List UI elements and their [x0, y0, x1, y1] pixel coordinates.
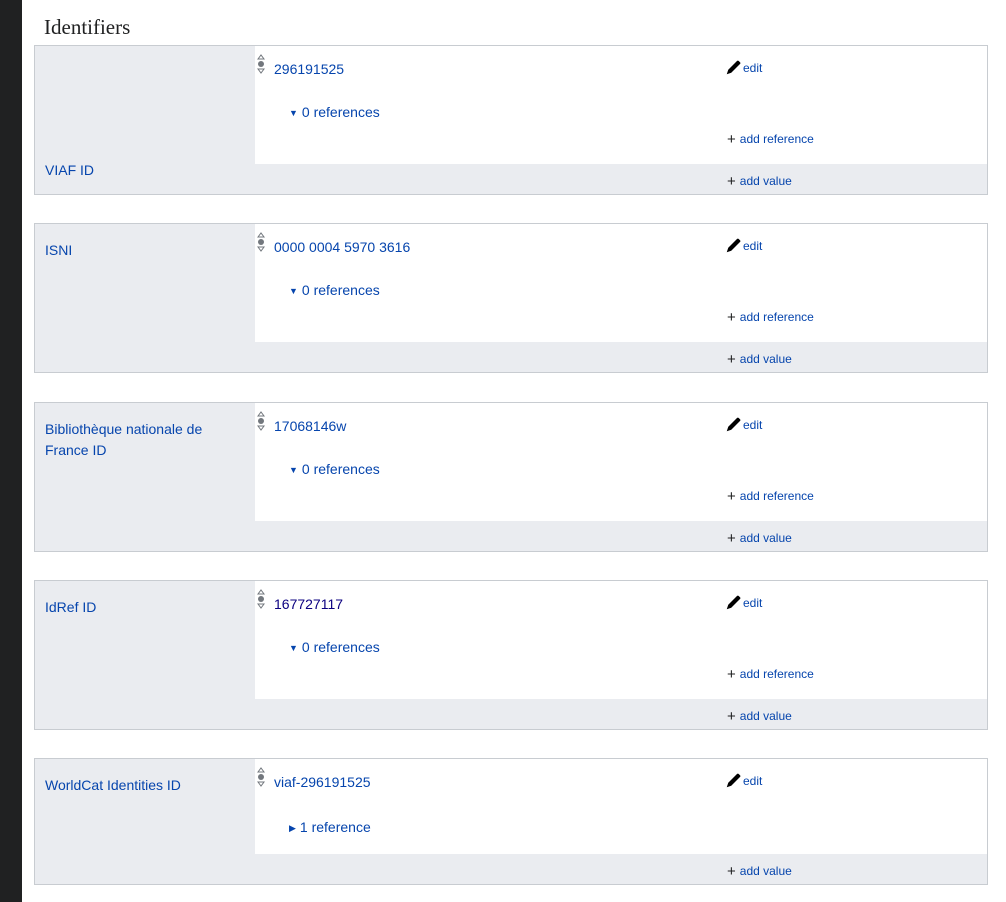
pencil-icon: [726, 595, 741, 610]
caret-down-icon: ▼: [289, 643, 298, 653]
caret-down-icon: ▼: [289, 465, 298, 475]
statement-group-bnf-id: Bibliothèque nationale de France ID 1706…: [34, 402, 988, 552]
add-reference-label: add reference: [739, 667, 814, 681]
plus-icon: +: [727, 488, 736, 505]
references-toggle[interactable]: ▼ 0 references: [289, 639, 380, 655]
page: Identifiers VIAF ID 296191525 ▼ 0 referen…: [22, 0, 1006, 902]
caret-down-icon: ▼: [289, 286, 298, 296]
statement: 17068146w ▼ 0 references edit + add refere…: [255, 403, 987, 521]
add-reference-button[interactable]: + add reference: [727, 665, 814, 683]
edit-label: edit: [743, 595, 763, 610]
add-reference-label: add reference: [739, 132, 814, 146]
property-label[interactable]: ISNI: [45, 240, 235, 261]
edit-button[interactable]: edit: [726, 417, 762, 432]
pencil-icon: [726, 417, 741, 432]
property-label[interactable]: WorldCat Identities ID: [45, 775, 235, 796]
references-toggle[interactable]: ▼ 0 references: [289, 104, 380, 120]
edit-label: edit: [743, 60, 763, 75]
edit-button[interactable]: edit: [726, 238, 762, 253]
references-count: 0 references: [301, 639, 380, 655]
add-value-label: add value: [739, 864, 792, 878]
add-reference-label: add reference: [739, 310, 814, 324]
rank-selector-icon[interactable]: [257, 767, 265, 787]
plus-icon: +: [727, 708, 736, 725]
add-value-button[interactable]: + add value: [727, 862, 792, 880]
property-label[interactable]: VIAF ID: [45, 160, 235, 181]
statement-group-isni: ISNI 0000 0004 5970 3616 ▼ 0 references e…: [34, 223, 988, 373]
edit-label: edit: [743, 417, 763, 432]
add-value-button[interactable]: + add value: [727, 350, 792, 368]
plus-icon: +: [727, 309, 736, 326]
edit-button[interactable]: edit: [726, 60, 762, 75]
references-count: 0 references: [301, 282, 380, 298]
rank-selector-icon[interactable]: [257, 54, 265, 74]
plus-icon: +: [727, 530, 736, 547]
edit-button[interactable]: edit: [726, 773, 762, 788]
statement-group-worldcat-identities-id: WorldCat Identities ID viaf-296191525 ▶ 1…: [34, 758, 988, 885]
property-label[interactable]: IdRef ID: [45, 597, 235, 618]
references-count: 0 references: [301, 461, 380, 477]
edit-button[interactable]: edit: [726, 595, 762, 610]
statement: 167727117 ▼ 0 references edit + add refere…: [255, 581, 987, 699]
add-reference-button[interactable]: + add reference: [727, 130, 814, 148]
add-value-label: add value: [739, 174, 792, 188]
add-value-button[interactable]: + add value: [727, 707, 792, 725]
plus-icon: +: [727, 351, 736, 368]
section-title: Identifiers: [44, 15, 131, 39]
statement: 296191525 ▼ 0 references edit + add refere…: [255, 46, 987, 164]
add-reference-button[interactable]: + add reference: [727, 487, 814, 505]
statement-group-idref-id: IdRef ID 167727117 ▼ 0 references edit + a…: [34, 580, 988, 730]
pencil-icon: [726, 773, 741, 788]
references-toggle[interactable]: ▼ 0 references: [289, 461, 380, 477]
statement: viaf-296191525 ▶ 1 reference edit: [255, 759, 987, 854]
plus-icon: +: [727, 131, 736, 148]
references-toggle[interactable]: ▶ 1 reference: [289, 819, 371, 835]
value-link[interactable]: 17068146w: [274, 418, 346, 434]
edit-label: edit: [743, 773, 763, 788]
value-link[interactable]: 0000 0004 5970 3616: [274, 239, 410, 255]
add-value-label: add value: [739, 531, 792, 545]
caret-down-icon: ▼: [289, 108, 298, 118]
references-count: 0 references: [301, 104, 380, 120]
add-value-button[interactable]: + add value: [727, 172, 792, 190]
rank-selector-icon[interactable]: [257, 589, 265, 609]
pencil-icon: [726, 60, 741, 75]
statement-group-viaf-id: VIAF ID 296191525 ▼ 0 references edit + ad…: [34, 45, 988, 195]
add-value-label: add value: [739, 352, 792, 366]
add-value-label: add value: [739, 709, 792, 723]
property-label[interactable]: Bibliothèque nationale de France ID: [45, 419, 235, 461]
statement: 0000 0004 5970 3616 ▼ 0 references edit +…: [255, 224, 987, 342]
add-reference-button[interactable]: + add reference: [727, 308, 814, 326]
plus-icon: +: [727, 173, 736, 190]
pencil-icon: [726, 238, 741, 253]
plus-icon: +: [727, 666, 736, 683]
add-reference-label: add reference: [739, 489, 814, 503]
caret-right-icon: ▶: [289, 823, 296, 833]
rank-selector-icon[interactable]: [257, 232, 265, 252]
references-toggle[interactable]: ▼ 0 references: [289, 282, 380, 298]
references-count: 1 reference: [299, 819, 371, 835]
value-link[interactable]: 167727117: [274, 596, 343, 612]
edit-label: edit: [743, 238, 763, 253]
rank-selector-icon[interactable]: [257, 411, 265, 431]
value-link[interactable]: viaf-296191525: [274, 774, 371, 790]
value-link[interactable]: 296191525: [274, 61, 344, 77]
plus-icon: +: [727, 863, 736, 880]
add-value-button[interactable]: + add value: [727, 529, 792, 547]
